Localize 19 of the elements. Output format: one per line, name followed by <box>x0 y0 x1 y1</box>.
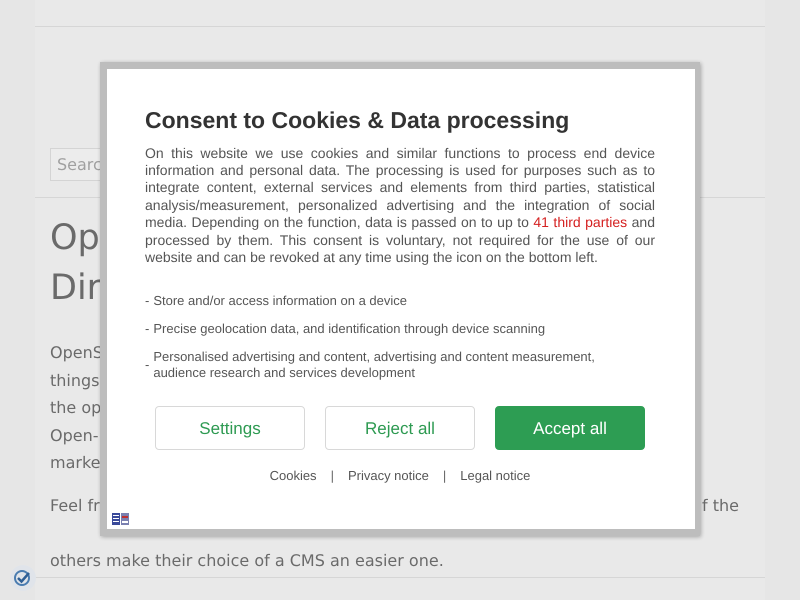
separator-text: | <box>442 467 446 486</box>
purpose-text: Precise geolocation data, and identification through device scanning <box>153 321 546 338</box>
paragraph-text: Open- <box>50 424 99 446</box>
dialog-title: Consent to Cookies & Data processing <box>145 107 570 135</box>
bullet-text: - <box>145 293 150 310</box>
consent-text: On this website we use cookies and similar functions to process end device information and personal data. The processing is used for purposes such as to integrate content, external services and elements from third parties, statistical analysis/measurement, personalized advertising and the integration of social media. Depending on the function, data is passed on to up to 41 third parties and processed by them. This consent is voluntary, not required for the use of our website and can be revoked at any time using the icon on the bottom left. <box>145 144 655 266</box>
heading-text: Op <box>50 218 100 258</box>
paragraph-text: the op <box>50 397 102 419</box>
paragraph-text: marke <box>50 452 101 474</box>
purpose-text: Store and/or access information on a device <box>153 293 407 310</box>
paragraph-text: things <box>50 370 100 392</box>
paragraph-text: f the <box>702 494 739 516</box>
bullet-text: - <box>145 357 150 374</box>
separator-text: | <box>330 467 334 486</box>
paragraph-text: others make their choice of a CMS an easier one. <box>50 550 444 572</box>
heading-text: Dir <box>50 268 102 308</box>
paragraph-text: Feel fr <box>50 494 100 516</box>
purpose-text: Personalised advertising and content, advertising and content measurement, audience research and services development <box>153 349 596 382</box>
bullet-text: - <box>145 321 150 338</box>
